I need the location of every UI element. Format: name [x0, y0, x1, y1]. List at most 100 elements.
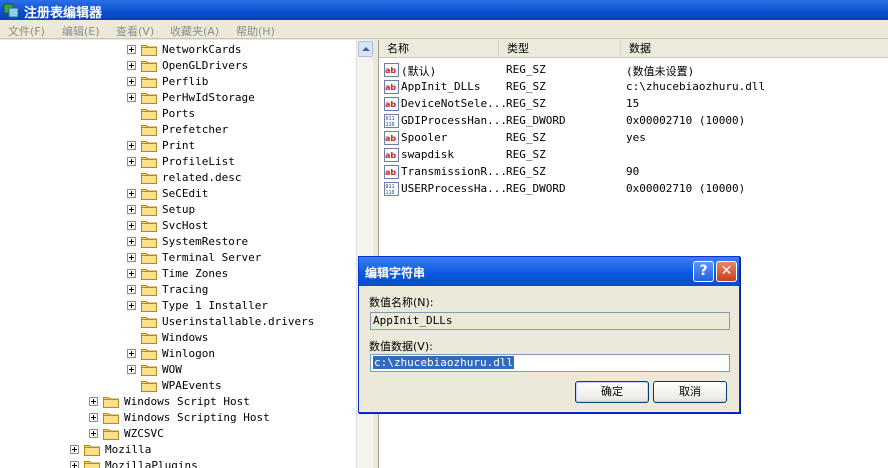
value-data-input[interactable]: c:\zhucebiaozhuru.dll: [370, 354, 730, 372]
menu-file[interactable]: 文件(F): [8, 23, 45, 39]
tree-node[interactable]: SeCEdit: [0, 186, 371, 202]
tree-node-label[interactable]: Mozilla: [105, 443, 151, 456]
tree-node[interactable]: MozillaPlugins: [0, 458, 371, 468]
tree-node-label[interactable]: OpenGLDrivers: [162, 59, 248, 72]
expand-icon[interactable]: [127, 61, 136, 70]
tree-node-label[interactable]: Print: [162, 139, 195, 152]
tree-node-label[interactable]: Perflib: [162, 75, 208, 88]
tree-node-label[interactable]: Setup: [162, 203, 195, 216]
column-type-header[interactable]: 类型: [499, 40, 621, 58]
value-row[interactable]: ab AppInit_DLLs REG_SZ c:\zhucebiaozhuru.dl…: [379, 78, 888, 95]
tree-node-label[interactable]: Type 1 Installer: [162, 299, 268, 312]
expand-icon[interactable]: [89, 397, 98, 406]
tree-node-label[interactable]: Windows Scripting Host: [124, 411, 270, 424]
tree-node-label[interactable]: WZCSVC: [124, 427, 164, 440]
tree-node-label[interactable]: Windows: [162, 331, 208, 344]
tree-node-label[interactable]: WPAEvents: [162, 379, 222, 392]
tree-node[interactable]: Ports: [0, 106, 371, 122]
expand-icon[interactable]: [127, 349, 136, 358]
tree-node[interactable]: WOW: [0, 362, 371, 378]
tree-node[interactable]: ProfileList: [0, 154, 371, 170]
expand-icon[interactable]: [127, 221, 136, 230]
expand-icon[interactable]: [127, 189, 136, 198]
menu-view[interactable]: 查看(V): [116, 23, 154, 39]
expand-icon[interactable]: [127, 157, 136, 166]
expand-icon[interactable]: [127, 269, 136, 278]
tree-node-label[interactable]: WOW: [162, 363, 182, 376]
expand-icon[interactable]: [127, 77, 136, 86]
tree-node-label[interactable]: Winlogon: [162, 347, 215, 360]
column-data-header[interactable]: 数据: [621, 40, 888, 58]
tree-node[interactable]: Windows Script Host: [0, 394, 371, 410]
expand-icon[interactable]: [127, 301, 136, 310]
tree-node[interactable]: WPAEvents: [0, 378, 371, 394]
tree-node[interactable]: WZCSVC: [0, 426, 371, 442]
expand-icon[interactable]: [127, 205, 136, 214]
column-name-header[interactable]: 名称: [379, 40, 499, 58]
tree-node[interactable]: Mozilla: [0, 442, 371, 458]
tree-node-label[interactable]: PerHwIdStorage: [162, 91, 255, 104]
tree-node[interactable]: SystemRestore: [0, 234, 371, 250]
tree-node-label[interactable]: related.desc: [162, 171, 241, 184]
tree-node[interactable]: Type 1 Installer: [0, 298, 371, 314]
tree-node[interactable]: PerHwIdStorage: [0, 90, 371, 106]
key-tree[interactable]: NetworkCards OpenGLDrivers Perflib PerHwIdS…: [0, 40, 372, 468]
tree-node[interactable]: Perflib: [0, 74, 371, 90]
tree-node[interactable]: Userinstallable.drivers: [0, 314, 371, 330]
tree-node-label[interactable]: Ports: [162, 107, 195, 120]
tree-node-label[interactable]: Userinstallable.drivers: [162, 315, 314, 328]
expand-icon[interactable]: [89, 429, 98, 438]
value-row[interactable]: ab (默认) REG_SZ (数值未设置): [379, 61, 888, 78]
tree-node[interactable]: Tracing: [0, 282, 371, 298]
tree-node[interactable]: Prefetcher: [0, 122, 371, 138]
expand-icon[interactable]: [127, 285, 136, 294]
expand-icon[interactable]: [127, 45, 136, 54]
value-data-text[interactable]: c:\zhucebiaozhuru.dll: [373, 356, 515, 369]
expand-icon[interactable]: [127, 93, 136, 102]
tree-node[interactable]: Terminal Server: [0, 250, 371, 266]
dialog-title-bar[interactable]: 编辑字符串 ? ✕: [359, 257, 739, 286]
scroll-up-button[interactable]: [358, 41, 373, 57]
tree-node[interactable]: Windows Scripting Host: [0, 410, 371, 426]
tree-node-label[interactable]: NetworkCards: [162, 43, 241, 56]
value-row[interactable]: ab swapdisk REG_SZ: [379, 146, 888, 163]
tree-node[interactable]: Print: [0, 138, 371, 154]
tree-node[interactable]: SvcHost: [0, 218, 371, 234]
tree-node-label[interactable]: Terminal Server: [162, 251, 261, 264]
value-row[interactable]: 011 110 USERProcessHa... REG_DWORD 0x0000271…: [379, 180, 888, 197]
tree-node[interactable]: Setup: [0, 202, 371, 218]
tree-node-label[interactable]: Prefetcher: [162, 123, 228, 136]
tree-node-label[interactable]: Time Zones: [162, 267, 228, 280]
tree-node[interactable]: related.desc: [0, 170, 371, 186]
close-button[interactable]: ✕: [716, 261, 737, 282]
expand-icon[interactable]: [127, 141, 136, 150]
menu-edit[interactable]: 编辑(E): [62, 23, 100, 39]
menu-help[interactable]: 帮助(H): [236, 23, 275, 39]
value-row[interactable]: ab DeviceNotSele... REG_SZ 15: [379, 95, 888, 112]
expand-icon[interactable]: [70, 461, 79, 468]
expand-icon[interactable]: [127, 253, 136, 262]
help-button[interactable]: ?: [693, 261, 714, 282]
expand-icon[interactable]: [70, 445, 79, 454]
value-row[interactable]: ab TransmissionR... REG_SZ 90: [379, 163, 888, 180]
tree-node-label[interactable]: MozillaPlugins: [105, 459, 198, 468]
expand-icon[interactable]: [89, 413, 98, 422]
cancel-button[interactable]: 取消: [653, 381, 727, 403]
tree-node-label[interactable]: ProfileList: [162, 155, 235, 168]
value-row[interactable]: 011 110 GDIProcessHan... REG_DWORD 0x0000271…: [379, 112, 888, 129]
tree-node-label[interactable]: Tracing: [162, 283, 208, 296]
expand-icon[interactable]: [127, 237, 136, 246]
value-row[interactable]: ab Spooler REG_SZ yes: [379, 129, 888, 146]
tree-node[interactable]: Time Zones: [0, 266, 371, 282]
tree-node-label[interactable]: SvcHost: [162, 219, 208, 232]
ok-button[interactable]: 确定: [575, 381, 649, 403]
menu-favorites[interactable]: 收藏夹(A): [170, 23, 219, 39]
tree-node-label[interactable]: SystemRestore: [162, 235, 248, 248]
tree-node-label[interactable]: SeCEdit: [162, 187, 208, 200]
tree-node[interactable]: NetworkCards: [0, 42, 371, 58]
tree-node[interactable]: Windows: [0, 330, 371, 346]
tree-node[interactable]: OpenGLDrivers: [0, 58, 371, 74]
tree-node-label[interactable]: Windows Script Host: [124, 395, 250, 408]
tree-node[interactable]: Winlogon: [0, 346, 371, 362]
expand-icon[interactable]: [127, 365, 136, 374]
